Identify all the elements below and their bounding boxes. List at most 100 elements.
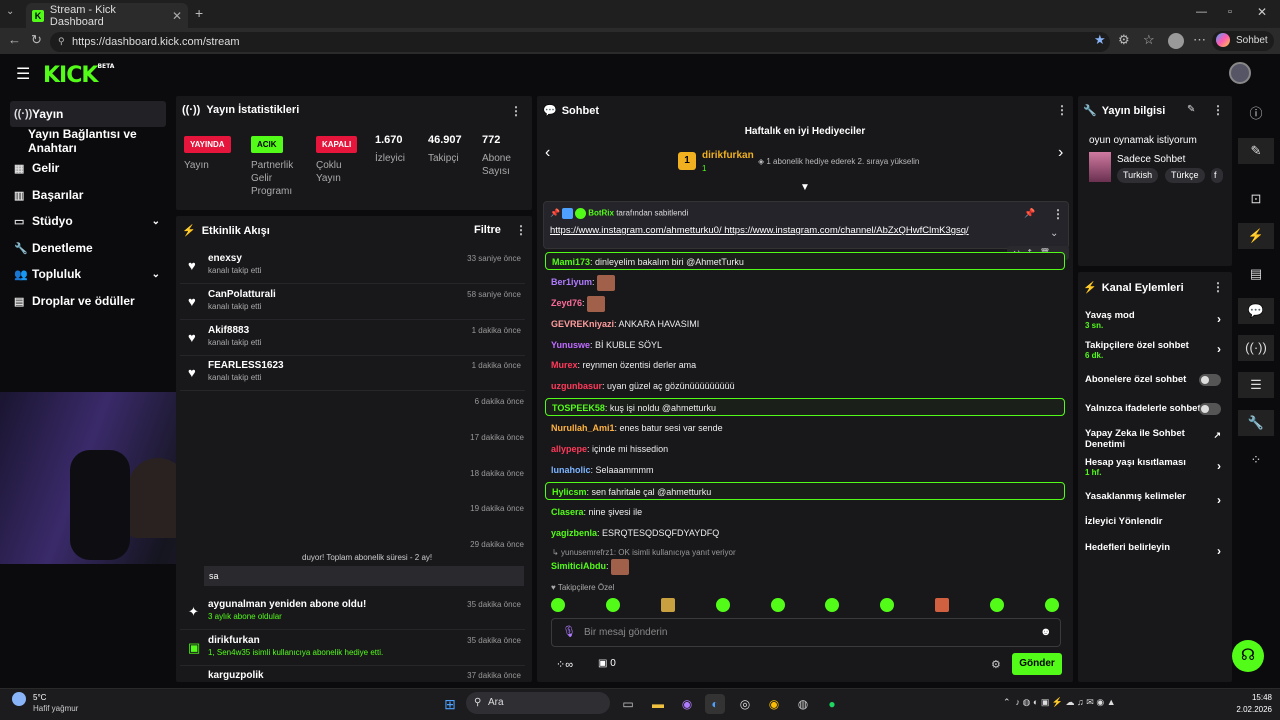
sliders-icon[interactable]: ☰ <box>1238 372 1274 398</box>
toggle-switch[interactable] <box>1199 374 1221 386</box>
windows-start-icon[interactable]: ⊞ <box>440 694 460 714</box>
activity-name[interactable]: dirikfurkan <box>208 635 260 646</box>
chat-menu-icon[interactable]: ⋮ <box>1056 103 1068 117</box>
edit-icon[interactable]: ✎ <box>1187 104 1195 115</box>
profile-avatar[interactable] <box>1168 33 1184 49</box>
sidebar-item-topluluk[interactable]: 👥 Topluluk ⌄ <box>10 261 166 287</box>
emoji-icon[interactable]: ☻ <box>1040 626 1052 638</box>
extensions-icon[interactable]: ⚙ <box>1118 32 1130 48</box>
activity-name[interactable]: karguzpolik <box>208 670 264 681</box>
activity-name[interactable]: aygunalman yeniden abone oldu! <box>208 599 366 610</box>
emote-icon[interactable] <box>551 598 565 612</box>
document-icon[interactable]: ▤ <box>1238 261 1274 287</box>
chat-username[interactable]: GEVREKniyazi <box>551 319 614 329</box>
chat-settings-icon[interactable]: ⚙ <box>991 658 1001 671</box>
tray-icons[interactable]: ⌃ ♪ ◍ ◐ ▣ ⚡ ☁ ♫ ✉ ◉ ▲ <box>1003 697 1116 708</box>
weather-temp[interactable]: 5°C <box>33 693 46 702</box>
unpin-icon[interactable]: 📌 <box>1024 208 1035 219</box>
close-window-icon[interactable]: ✕ <box>1257 5 1267 19</box>
pinned-menu-icon[interactable]: ⋮ <box>1052 207 1064 221</box>
hamburger-menu-icon[interactable]: ☰ <box>16 64 30 84</box>
activity-name[interactable]: enexsy <box>208 253 242 264</box>
channel-action-item[interactable]: İzleyici Yönlendir <box>1085 516 1225 527</box>
channel-actions-menu-icon[interactable]: ⋮ <box>1212 280 1224 294</box>
favorites-icon[interactable]: ☆ <box>1143 32 1155 48</box>
sidebar-item-stream-key[interactable]: Yayın Bağlantısı ve Anahtarı <box>24 127 174 155</box>
chat-username[interactable]: Nurullah_Ami1 <box>551 423 615 433</box>
sidebar-item-droplar[interactable]: ▤ Droplar ve ödüller <box>10 288 166 314</box>
chat-icon[interactable]: 💬 <box>1238 298 1274 324</box>
file-explorer-icon[interactable]: ▬ <box>648 694 668 714</box>
clock-date[interactable]: 2.02.2026 <box>1222 705 1272 714</box>
chat-username[interactable]: Ber1iyum <box>551 277 592 287</box>
browser-tab[interactable]: K Stream - Kick Dashboard ✕ <box>26 3 188 28</box>
channel-action-item[interactable]: Yalnızca ifadelerle sohbet <box>1085 403 1225 415</box>
chat-username[interactable]: Yunuswe <box>551 340 590 350</box>
expand-pinned-icon[interactable]: ⌄ <box>1050 228 1058 239</box>
channel-action-item[interactable]: Yasaklanmış kelimeler › <box>1085 491 1225 507</box>
chat-username[interactable]: uzgunbasur <box>551 381 602 391</box>
discord-icon[interactable]: ◉ <box>677 694 697 714</box>
support-chat-button[interactable]: ☊ <box>1232 640 1264 672</box>
emote-icon[interactable] <box>770 598 785 612</box>
user-avatar[interactable] <box>1229 62 1251 84</box>
activity-name[interactable]: FEARLESS1623 <box>208 360 284 371</box>
emote-icon[interactable] <box>825 598 840 612</box>
kick-logo[interactable]: KICKBETA <box>43 63 114 88</box>
minimize-window-icon[interactable]: — <box>1196 6 1207 18</box>
emote-icon[interactable] <box>1044 598 1059 612</box>
maximize-window-icon[interactable]: ▫ <box>1228 6 1232 18</box>
sidebar-item-studyo[interactable]: ▭ Stüdyo ⌄ <box>10 208 166 234</box>
emote-icon[interactable] <box>660 598 675 612</box>
emote-icon[interactable] <box>880 598 895 612</box>
points-icon[interactable]: ⁘∞ <box>556 658 573 671</box>
chat-username[interactable]: Clasera <box>551 507 584 517</box>
chat-username[interactable]: allypepe <box>551 444 587 454</box>
task-view-icon[interactable]: ▭ <box>618 694 638 714</box>
favorite-star-icon[interactable]: ★ <box>1094 32 1106 48</box>
category-thumbnail[interactable] <box>1089 152 1111 182</box>
channel-action-item[interactable]: Hesap yaşı kısıtlaması 1 hf. › <box>1085 457 1225 477</box>
emote-icon[interactable] <box>605 598 620 612</box>
emote-icon[interactable] <box>935 598 950 612</box>
chat-username[interactable]: SimiticiAbdu <box>551 561 606 571</box>
chat-input-field[interactable]: 🎙 Bir mesaj gönderin ☻ <box>551 618 1061 647</box>
chat-username[interactable]: TOSPEEK58 <box>552 403 605 413</box>
channel-action-item[interactable]: Yavaş mod 3 sn. › <box>1085 310 1225 330</box>
channel-action-item[interactable]: Yapay Zeka ile Sohbet Denetimi ↗ <box>1085 428 1225 450</box>
prev-gifter-icon[interactable]: ‹ <box>545 144 550 162</box>
emote-icon[interactable] <box>715 598 730 612</box>
steam-icon[interactable]: ◍ <box>793 694 813 714</box>
sidebar-item-gelir[interactable]: ▦ Gelir <box>10 155 166 181</box>
collapse-gifters-icon[interactable]: ▼ <box>800 182 810 193</box>
store-button[interactable]: ▣ 0 <box>598 658 616 669</box>
sidebar-item-denetleme[interactable]: 🔧 Denetleme <box>10 235 166 261</box>
activity-name[interactable]: Akif8883 <box>208 325 249 336</box>
pencil-icon[interactable]: ✎ <box>1238 138 1274 164</box>
stream-info-menu-icon[interactable]: ⋮ <box>1212 103 1224 117</box>
reload-icon[interactable]: ↻ <box>31 32 42 48</box>
spotify-icon[interactable]: ● <box>822 694 842 714</box>
chat-username[interactable]: Murex <box>551 360 578 370</box>
bolt-icon[interactable]: ⚡ <box>1238 223 1274 249</box>
chrome-icon[interactable]: ◉ <box>764 694 784 714</box>
chat-username[interactable]: lunaholic <box>551 465 591 475</box>
taskbar-search[interactable]: Ara <box>466 692 610 714</box>
stream-category[interactable]: Sadece Sohbet <box>1117 154 1185 165</box>
gifter-name[interactable]: dirikfurkan <box>702 150 754 161</box>
edge-icon[interactable]: ◐ <box>705 694 725 714</box>
url-field[interactable]: https://dashboard.kick.com/stream <box>50 32 1110 52</box>
pinned-text[interactable]: https://www.instagram.com/ahmetturku0/ h… <box>550 225 969 236</box>
sidebar-item-basarilar[interactable]: ▥ Başarılar <box>10 182 166 208</box>
target-icon[interactable]: ⊡ <box>1238 186 1274 212</box>
back-icon[interactable]: ← <box>8 32 21 47</box>
chat-username[interactable]: Zeyd76 <box>551 298 582 308</box>
next-gifter-icon[interactable]: › <box>1058 144 1063 162</box>
tab-list-icon[interactable]: ⌄ <box>6 6 14 17</box>
site-info-icon[interactable]: ⚲ <box>58 36 65 47</box>
toggle-switch[interactable] <box>1199 403 1221 415</box>
activity-menu-icon[interactable]: ⋮ <box>515 223 527 237</box>
close-tab-icon[interactable]: ✕ <box>172 9 182 23</box>
emote-icon[interactable] <box>990 598 1004 612</box>
nodes-icon[interactable]: ⁘ <box>1238 447 1274 473</box>
